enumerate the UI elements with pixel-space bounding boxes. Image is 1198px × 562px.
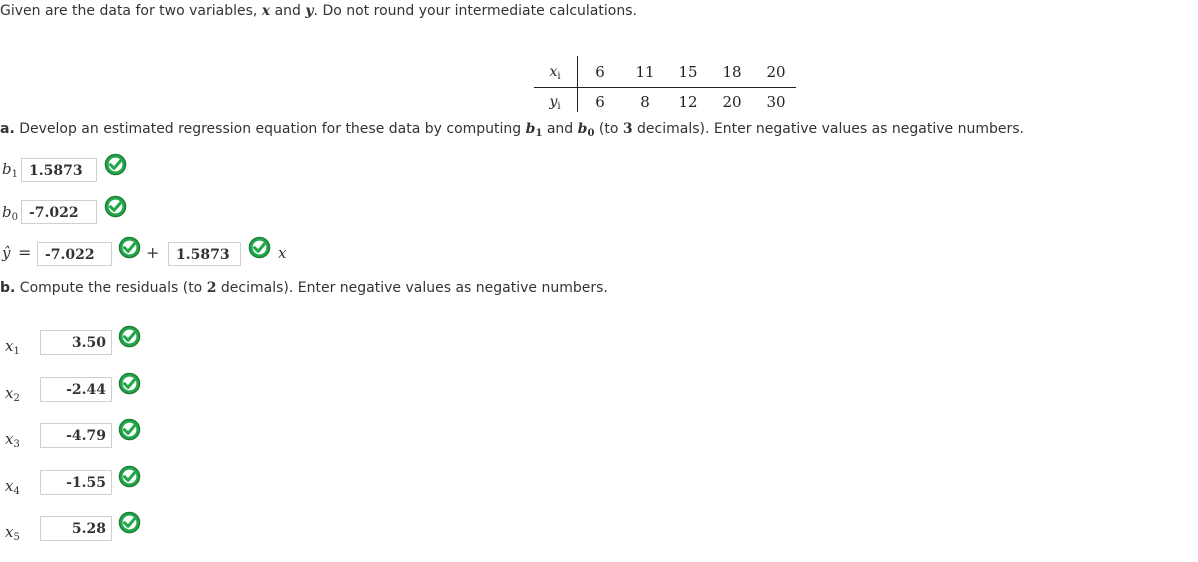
- check-circle-icon: [104, 153, 127, 176]
- b0-input[interactable]: -7.022: [21, 200, 97, 224]
- instructions: Given are the data for two variables, x …: [0, 3, 637, 19]
- equals-sign: =: [18, 243, 32, 262]
- b1-label: b1: [2, 160, 18, 180]
- row-label-xi: xi: [549, 64, 561, 82]
- table-cell: 8: [640, 93, 650, 111]
- b0-label: b0: [2, 203, 18, 223]
- residual-label: x1: [5, 337, 20, 357]
- table-cell: 20: [722, 93, 742, 111]
- table-cell: 6: [595, 63, 605, 81]
- table-cell: 12: [678, 93, 698, 111]
- plus-sign: +: [146, 243, 160, 262]
- residual-label: x4: [5, 477, 20, 497]
- check-circle-icon: [248, 236, 271, 259]
- residual-input[interactable]: -2.44: [40, 377, 112, 402]
- intercept-input[interactable]: -7.022: [37, 242, 112, 266]
- residual-input[interactable]: -1.55: [40, 470, 112, 495]
- check-circle-icon: [118, 418, 141, 441]
- residual-label: x2: [5, 384, 20, 404]
- residual-input[interactable]: -4.79: [40, 423, 112, 448]
- question-b: b. Compute the residuals (to 2 decimals)…: [0, 280, 608, 296]
- residual-input[interactable]: 5.28: [40, 516, 112, 541]
- check-circle-icon: [118, 236, 141, 259]
- y-hat-symbol: ŷ: [2, 244, 11, 262]
- check-circle-icon: [118, 372, 141, 395]
- check-circle-icon: [118, 465, 141, 488]
- slope-input[interactable]: 1.5873: [168, 242, 241, 266]
- table-cell: 20: [766, 63, 786, 81]
- row-label-yi: yi: [549, 94, 561, 112]
- check-circle-icon: [118, 325, 141, 348]
- table-cell: 18: [722, 63, 742, 81]
- residual-label: x5: [5, 523, 20, 543]
- check-circle-icon: [118, 511, 141, 534]
- b1-input[interactable]: 1.5873: [21, 158, 97, 182]
- table-cell: 15: [678, 63, 698, 81]
- table-cell: 6: [595, 93, 605, 111]
- question-a: a. Develop an estimated regression equat…: [0, 121, 1024, 139]
- residual-label: x3: [5, 430, 20, 450]
- residual-input[interactable]: 3.50: [40, 330, 112, 355]
- equation-x: x: [278, 244, 287, 262]
- table-vertical-rule: [577, 56, 578, 112]
- table-cell: 30: [766, 93, 786, 111]
- check-circle-icon: [104, 195, 127, 218]
- table-cell: 11: [635, 63, 655, 81]
